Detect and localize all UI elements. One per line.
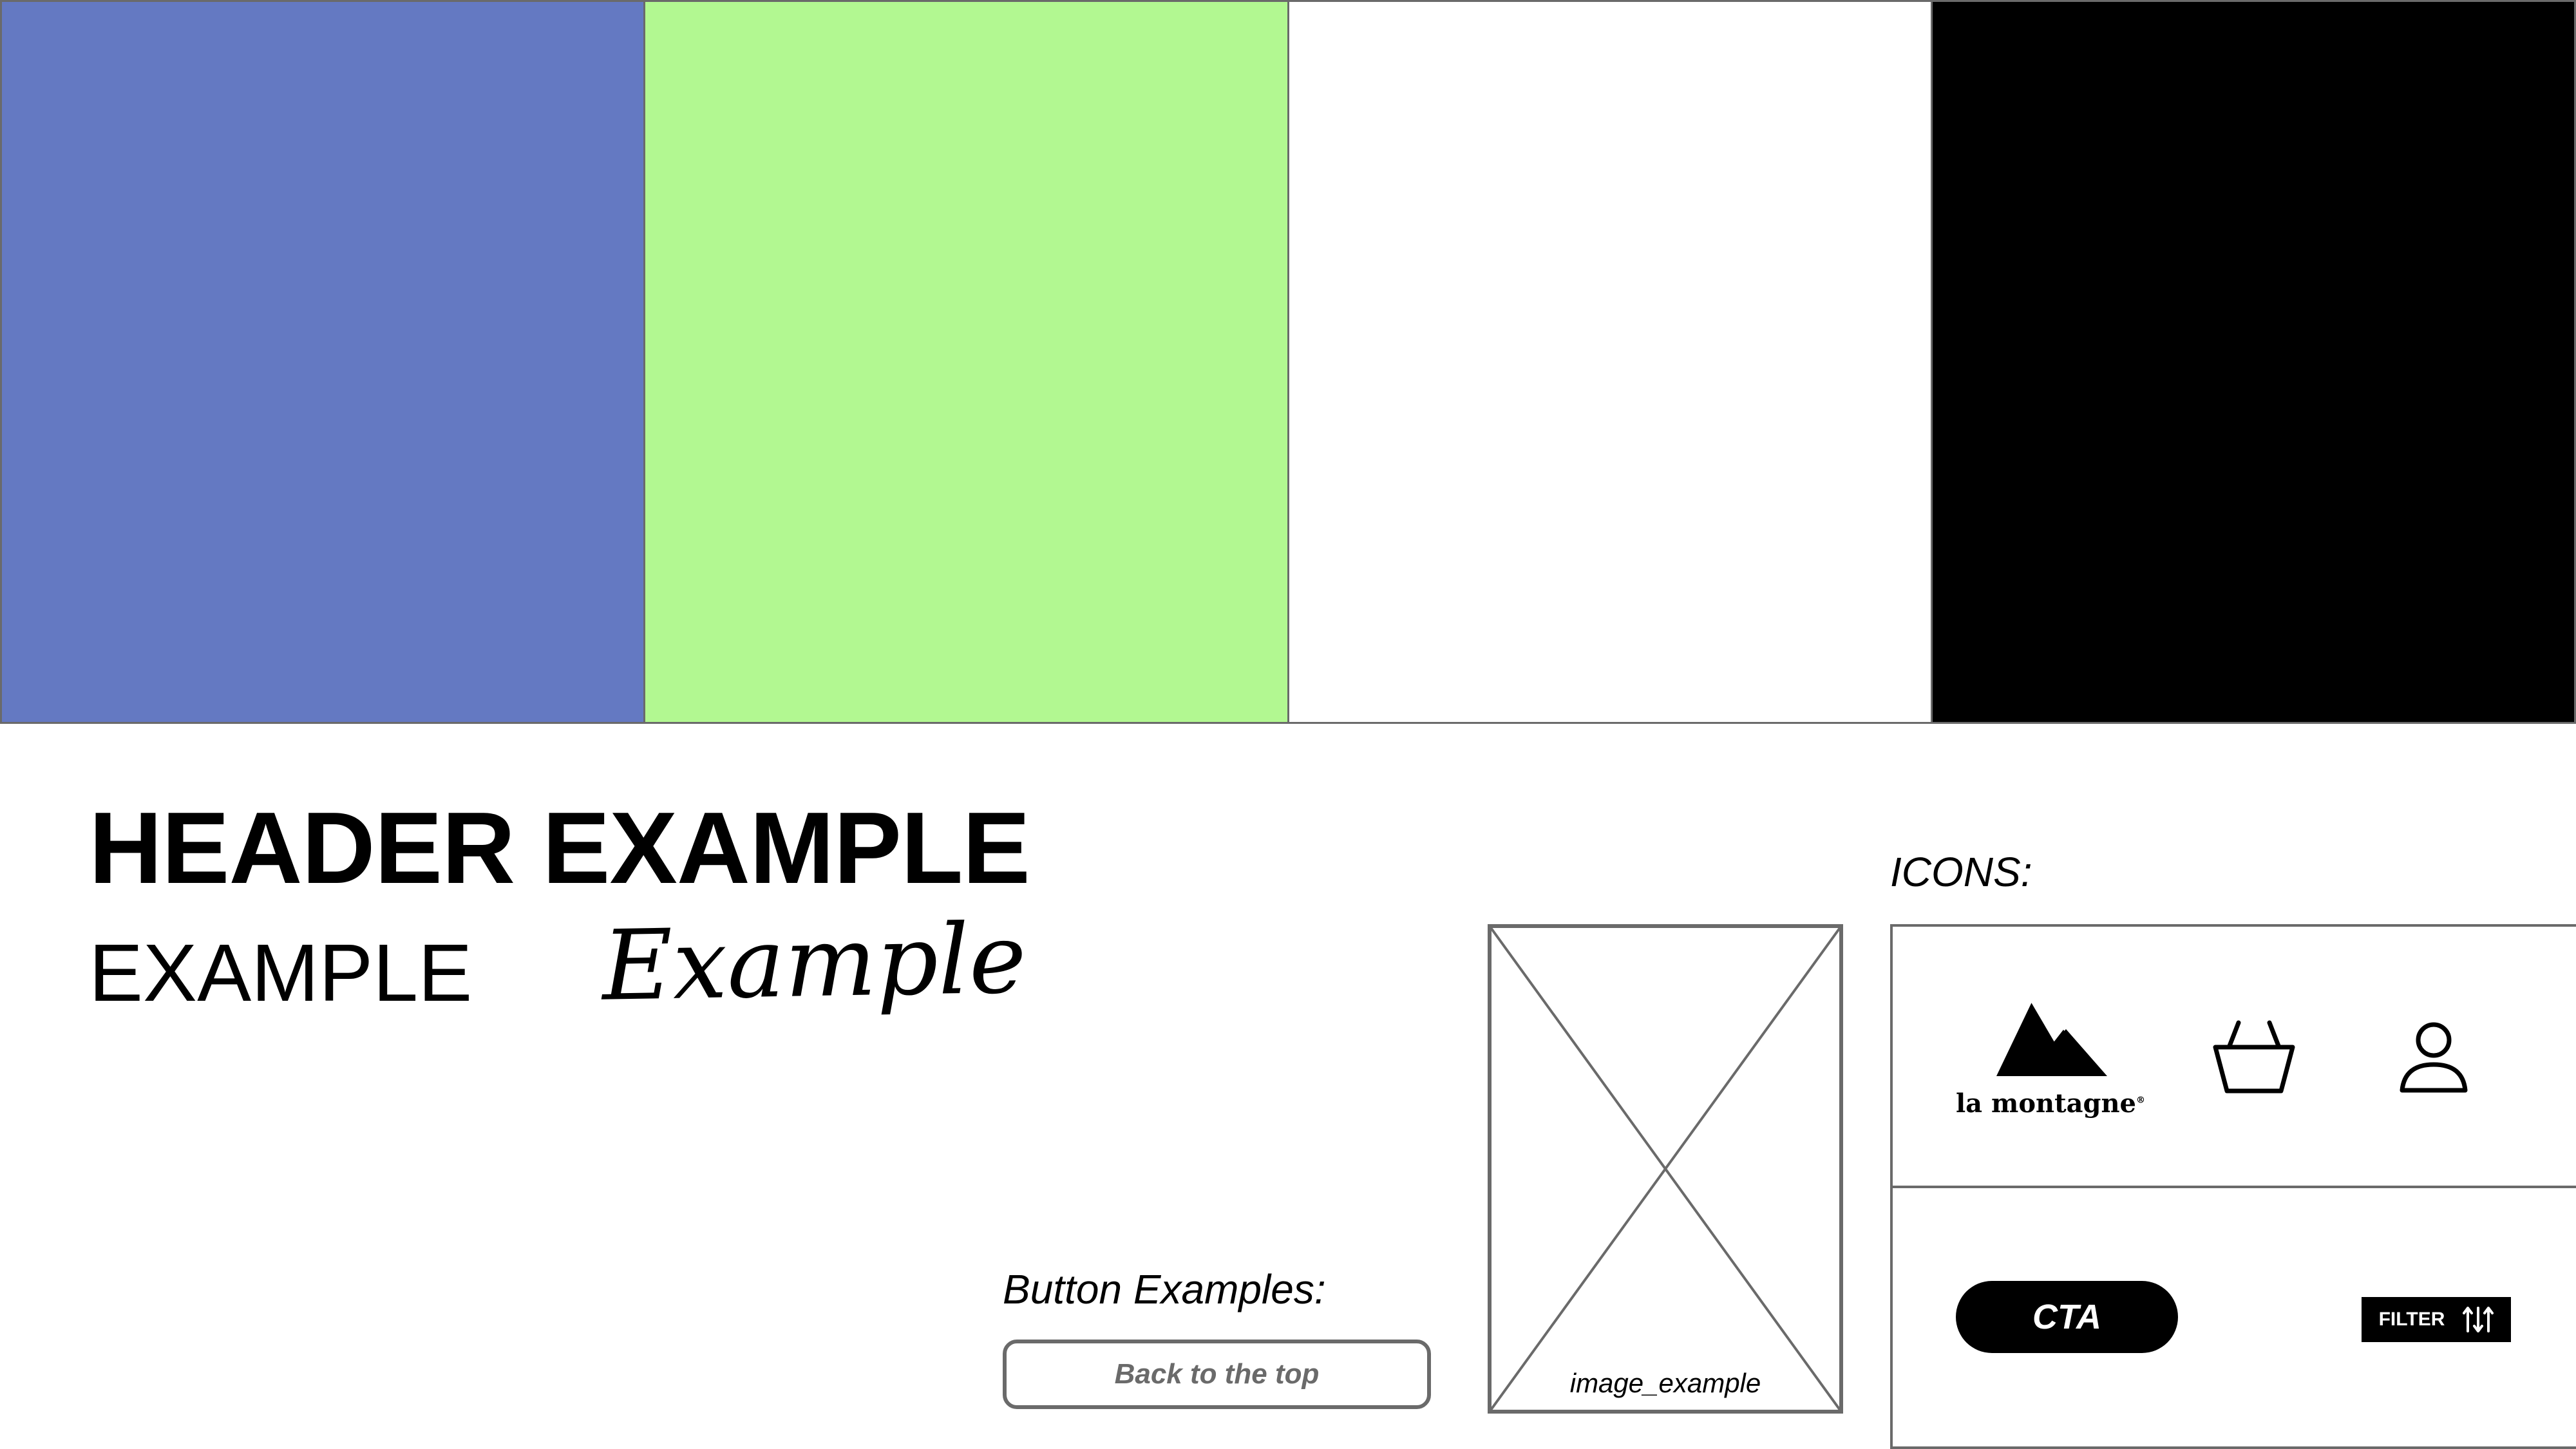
registered-mark: ®	[2136, 1095, 2146, 1106]
filter-button[interactable]: FILTER	[2362, 1297, 2511, 1342]
swatch-blue	[0, 0, 646, 724]
script-example-text: Example	[601, 903, 1027, 1023]
mountain-icon	[1996, 1001, 2107, 1077]
brand-name: la montagne®	[1955, 1088, 2146, 1119]
back-to-top-button[interactable]: Back to the top	[1003, 1340, 1431, 1409]
icons-divider	[1893, 1186, 2576, 1188]
color-palette	[0, 0, 2576, 724]
sort-arrows-icon	[2463, 1307, 2494, 1332]
brand-logo[interactable]: la montagne®	[1954, 1001, 2147, 1130]
user-icon[interactable]	[2398, 1022, 2469, 1094]
cta-button[interactable]: CTA	[1956, 1281, 2178, 1353]
icons-label: ICONS:	[1890, 849, 2032, 895]
swatch-black	[1930, 0, 2576, 724]
swatch-green	[643, 0, 1289, 724]
icons-panel: la montagne® CTA FILTER	[1890, 924, 2576, 1449]
body-example-text: EXAMPLE	[89, 927, 473, 1018]
button-examples-label: Button Examples:	[1003, 1266, 1326, 1312]
basket-icon[interactable]	[2211, 1020, 2297, 1095]
image-caption: image_example	[1569, 1368, 1761, 1398]
swatch-white	[1287, 0, 1933, 724]
cta-label: CTA	[2032, 1298, 2101, 1336]
back-to-top-label: Back to the top	[1114, 1358, 1320, 1390]
image-placeholder: image_example	[1488, 924, 1843, 1414]
filter-label: FILTER	[2378, 1309, 2445, 1330]
image-placeholder-icon	[1488, 924, 1843, 1414]
header-example-text: HEADER EXAMPLE	[89, 791, 1030, 905]
